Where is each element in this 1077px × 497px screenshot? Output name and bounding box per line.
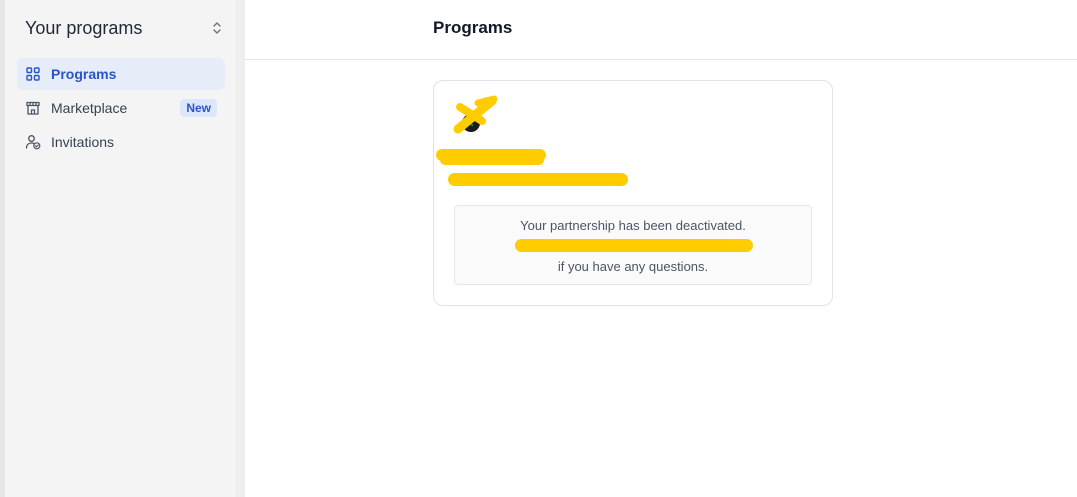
- redacted-program-details: [448, 169, 630, 189]
- sidebar-header: Your programs: [25, 14, 225, 42]
- grid-icon: [25, 66, 41, 82]
- chevron-up-down-icon[interactable]: [209, 18, 225, 38]
- user-check-icon: [25, 134, 41, 150]
- new-badge: New: [180, 99, 217, 117]
- sidebar-nav: Programs Marketplace New Invitations: [17, 58, 225, 160]
- redacted-program-name: [436, 145, 548, 165]
- sidebar: Your programs Programs Marketplace New I…: [5, 0, 237, 497]
- deactivation-notice: Your partnership has been deactivated. i…: [454, 205, 812, 285]
- notice-followup: if you have any questions.: [557, 259, 709, 274]
- sidebar-item-label: Invitations: [51, 134, 115, 150]
- sidebar-item-invitations[interactable]: Invitations: [17, 126, 225, 158]
- top-bar: Programs: [245, 0, 1077, 60]
- sidebar-item-marketplace[interactable]: Marketplace New: [17, 92, 225, 124]
- program-logo: [452, 93, 500, 135]
- storefront-icon: [25, 100, 41, 116]
- sidebar-item-programs[interactable]: Programs: [17, 58, 225, 90]
- notice-message: Your partnership has been deactivated.: [520, 218, 746, 233]
- sidebar-item-label: Marketplace: [51, 100, 128, 116]
- sidebar-gutter: [237, 0, 245, 497]
- sidebar-item-label: Programs: [51, 66, 117, 82]
- main-content: Programs Your partnership has been deact…: [245, 0, 1077, 497]
- program-card[interactable]: Your partnership has been deactivated. i…: [433, 80, 833, 306]
- redacted-contact-link[interactable]: [515, 238, 753, 252]
- sidebar-title: Your programs: [25, 17, 143, 38]
- page-title: Programs: [433, 18, 513, 37]
